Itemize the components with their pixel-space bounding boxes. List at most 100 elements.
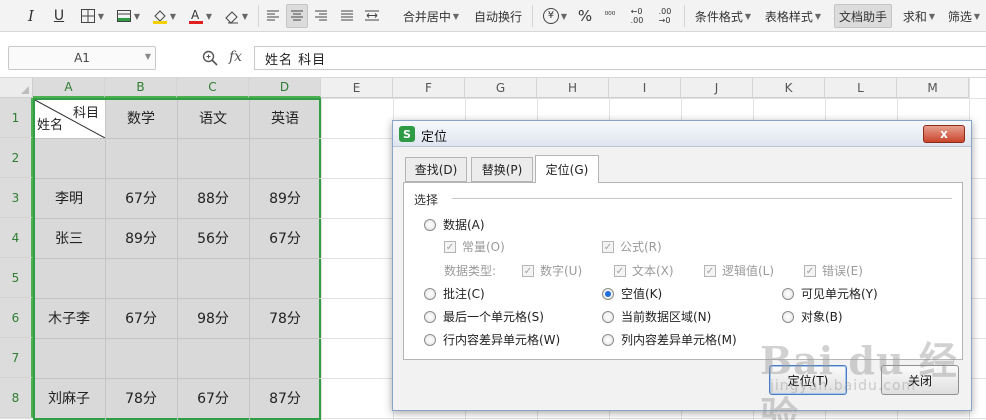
dialog-titlebar[interactable]: S 定位 x xyxy=(393,121,971,147)
row-header-5[interactable]: 5 xyxy=(0,258,33,298)
increase-decimal-button[interactable]: ←0 .00 xyxy=(624,4,650,28)
radio-visible-cells[interactable]: 可见单元格(Y) xyxy=(782,285,878,302)
cell-d4[interactable]: 67分 xyxy=(249,218,321,258)
sum-button[interactable]: 求和 ▼ xyxy=(898,4,940,28)
tab-replace[interactable]: 替换(P) xyxy=(471,157,533,182)
align-right-button[interactable] xyxy=(310,4,332,28)
thousands-button[interactable]: ⁰⁰⁰ xyxy=(598,4,622,28)
checkmark-icon: ✓ xyxy=(444,240,456,253)
column-header-f[interactable]: F xyxy=(393,78,465,98)
radio-data-label: 数据(A) xyxy=(443,218,485,232)
tab-goto[interactable]: 定位(G) xyxy=(535,155,599,183)
cell-a1[interactable]: 科目 姓名 xyxy=(33,98,105,138)
cell-b4[interactable]: 89分 xyxy=(105,218,177,258)
selected-range[interactable] xyxy=(33,98,321,420)
tab-find[interactable]: 查找(D) xyxy=(405,157,467,182)
zoom-search-icon[interactable] xyxy=(201,49,219,67)
clear-format-button[interactable]: ▼ xyxy=(220,4,252,28)
gridline xyxy=(177,100,178,420)
cell-b1[interactable]: 数学 xyxy=(105,98,177,138)
merge-center-button[interactable]: 合并居中 ▼ xyxy=(398,4,464,28)
conditional-format-button[interactable]: 条件格式 ▼ xyxy=(690,4,756,28)
column-header-b[interactable]: B xyxy=(105,78,177,98)
dialog-close-button[interactable]: x xyxy=(923,125,965,143)
justify-button[interactable] xyxy=(336,4,358,28)
row-header-8[interactable]: 8 xyxy=(0,378,33,418)
percent-button[interactable]: % xyxy=(574,4,596,28)
radio-current-region[interactable]: 当前数据区域(N) xyxy=(602,308,711,325)
row-header-1[interactable]: 1 xyxy=(0,98,33,138)
align-center-icon xyxy=(291,10,303,21)
distributed-align-button[interactable] xyxy=(360,4,384,28)
column-header-i[interactable]: I xyxy=(609,78,681,98)
cell-a6[interactable]: 木子李 xyxy=(33,298,105,338)
cell-a8[interactable]: 刘麻子 xyxy=(33,378,105,418)
wrap-text-button[interactable]: 自动换行 xyxy=(470,4,526,28)
column-header-a[interactable]: A xyxy=(33,78,105,98)
column-header-j[interactable]: J xyxy=(681,78,753,98)
radio-circle xyxy=(782,310,794,323)
column-header-h[interactable]: H xyxy=(537,78,609,98)
column-header-d[interactable]: D xyxy=(249,78,321,98)
cell-a4[interactable]: 张三 xyxy=(33,218,105,258)
cell-b6[interactable]: 67分 xyxy=(105,298,177,338)
row-header-2[interactable]: 2 xyxy=(0,138,33,178)
cell-d3[interactable]: 89分 xyxy=(249,178,321,218)
radio-circle xyxy=(424,218,436,231)
dialog-title: 定位 xyxy=(421,130,448,145)
row-header-3[interactable]: 3 xyxy=(0,178,33,218)
decrease-decimal-button[interactable]: .00 →0 xyxy=(652,4,678,28)
cell-d8[interactable]: 87分 xyxy=(249,378,321,418)
cell-c1[interactable]: 语文 xyxy=(177,98,249,138)
border-button[interactable]: ▼ xyxy=(76,4,108,28)
currency-button[interactable]: ¥ ▼ xyxy=(540,4,570,28)
align-center-button[interactable] xyxy=(286,4,308,28)
select-all-corner[interactable] xyxy=(0,78,33,98)
radio-circle xyxy=(424,287,436,300)
doc-assistant-button[interactable]: 文档助手 xyxy=(834,4,892,28)
column-header-e[interactable]: E xyxy=(321,78,393,98)
radio-comment[interactable]: 批注(C) xyxy=(424,285,485,302)
column-header-g[interactable]: G xyxy=(465,78,537,98)
cell-d6[interactable]: 78分 xyxy=(249,298,321,338)
column-header-l[interactable]: L xyxy=(825,78,897,98)
fill-color-button[interactable]: ▼ xyxy=(148,4,180,28)
formula-input[interactable]: 姓名 科目 xyxy=(254,46,986,70)
cell-c3[interactable]: 88分 xyxy=(177,178,249,218)
row-header-4[interactable]: 4 xyxy=(0,218,33,258)
radio-last-cell[interactable]: 最后一个单元格(S) xyxy=(424,308,544,325)
radio-circle xyxy=(602,310,614,323)
cell-b8[interactable]: 78分 xyxy=(105,378,177,418)
italic-button[interactable]: I xyxy=(20,4,42,28)
locate-button[interactable]: 定位(T) xyxy=(769,365,847,395)
fx-button[interactable]: fx xyxy=(229,49,242,65)
align-left-button[interactable] xyxy=(262,4,284,28)
cell-c8[interactable]: 67分 xyxy=(177,378,249,418)
cell-c6[interactable]: 98分 xyxy=(177,298,249,338)
column-header-c[interactable]: C xyxy=(177,78,249,98)
cell-a3[interactable]: 李明 xyxy=(33,178,105,218)
table-style-button[interactable]: 表格样式 ▼ xyxy=(760,4,826,28)
checkbox-number: ✓ 数字(U) xyxy=(522,262,582,279)
name-box[interactable]: A1 ▼ xyxy=(8,46,156,70)
radio-blank[interactable]: 空值(K) xyxy=(602,285,662,302)
radio-visible-cells-label: 可见单元格(Y) xyxy=(801,287,878,301)
radio-data[interactable]: 数据(A) xyxy=(424,216,485,233)
radio-row-differences[interactable]: 行内容差异单元格(W) xyxy=(424,331,560,348)
cell-b3[interactable]: 67分 xyxy=(105,178,177,218)
underline-button[interactable]: U xyxy=(48,4,70,28)
column-header-k[interactable]: K xyxy=(753,78,825,98)
radio-column-differences[interactable]: 列内容差异单元格(M) xyxy=(602,331,737,348)
checkbox-text: ✓ 文本(X) xyxy=(614,262,674,279)
row-header-7[interactable]: 7 xyxy=(0,338,33,378)
column-header-m[interactable]: M xyxy=(897,78,969,98)
cell-c4[interactable]: 56分 xyxy=(177,218,249,258)
filter-button[interactable]: 筛选 ▼ xyxy=(944,4,984,28)
cell-d1[interactable]: 英语 xyxy=(249,98,321,138)
radio-objects[interactable]: 对象(B) xyxy=(782,308,843,325)
cell-style-button[interactable]: ▼ xyxy=(112,4,144,28)
toolbar-separator xyxy=(532,5,533,27)
font-color-button[interactable]: A ▼ xyxy=(184,4,216,28)
row-header-6[interactable]: 6 xyxy=(0,298,33,338)
close-button[interactable]: 关闭 xyxy=(881,365,959,395)
